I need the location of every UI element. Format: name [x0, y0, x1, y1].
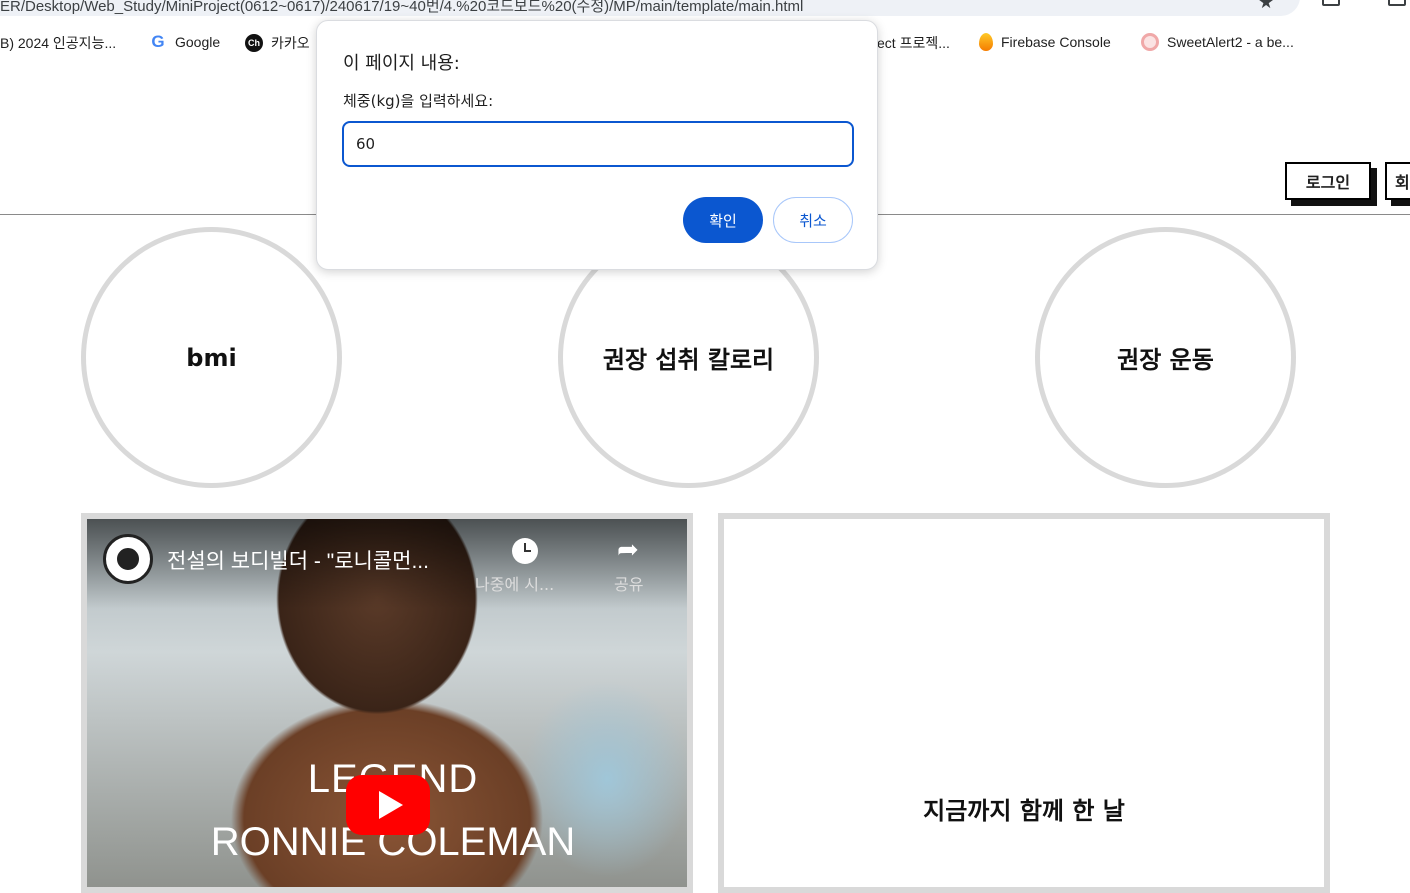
login-button[interactable]: 로그인 [1285, 162, 1371, 200]
bookmark-label: B) 2024 인공지능... [0, 35, 117, 51]
bookmark-star-icon[interactable]: ★ [1258, 0, 1274, 12]
bmi-circle-button[interactable]: bmi [81, 227, 342, 488]
bookmark-item[interactable]: B) 2024 인공지능... [0, 33, 116, 53]
exercise-circle-button[interactable]: 권장 운동 [1035, 227, 1296, 488]
video-player[interactable]: 전설의 보디빌더 - "로니콜먼... 나중에 시... ➦ 공유 LEGEND… [87, 519, 687, 887]
tab-search-icon[interactable] [1388, 0, 1406, 6]
google-icon: G [151, 32, 165, 51]
bookmark-item-kakao[interactable]: Ch 카카오 [245, 33, 310, 53]
bookmark-item-project[interactable]: ect 프로젝... [877, 33, 950, 53]
bookmark-label: ect 프로젝... [877, 35, 950, 51]
dialog-message: 체중(kg)을 입력하세요: [343, 92, 494, 110]
dialog-title: 이 페이지 내용: [343, 53, 460, 74]
play-button[interactable] [346, 775, 430, 835]
bookmark-item-google[interactable]: G Google [149, 33, 220, 51]
sweetalert-icon [1141, 33, 1159, 51]
share-label[interactable]: 공유 [614, 571, 643, 595]
bookmark-label: Firebase Console [1001, 34, 1111, 50]
ok-button[interactable]: 확인 [683, 197, 763, 243]
video-panel: 전설의 보디빌더 - "로니콜먼... 나중에 시... ➦ 공유 LEGEND… [81, 513, 693, 893]
days-together-label: 지금까지 함께 한 날 [923, 797, 1125, 825]
video-title[interactable]: 전설의 보디빌더 - "로니콜먼... [167, 545, 429, 575]
window-icon[interactable] [1322, 0, 1340, 6]
bookmark-label: Google [175, 34, 221, 50]
bookmark-label: SweetAlert2 - a be... [1167, 34, 1294, 50]
prompt-dialog: 이 페이지 내용: 체중(kg)을 입력하세요: 확인 취소 [316, 20, 878, 270]
play-icon [379, 791, 403, 819]
signup-button[interactable]: 회 [1385, 162, 1410, 200]
days-together-panel: 지금까지 함께 한 날 [718, 513, 1330, 893]
channel-icon: Ch [245, 34, 263, 52]
clock-icon[interactable] [512, 538, 538, 564]
bookmark-label: 카카오 [271, 35, 310, 51]
address-bar[interactable]: ER/Desktop/Web_Study/MiniProject(0612~06… [0, 0, 1300, 16]
bookmark-item-sweetalert[interactable]: SweetAlert2 - a be... [1141, 33, 1294, 51]
channel-logo-icon[interactable] [103, 534, 153, 584]
share-icon[interactable]: ➦ [617, 535, 639, 565]
cancel-button[interactable]: 취소 [773, 197, 853, 243]
bookmark-item-firebase[interactable]: Firebase Console [979, 33, 1111, 51]
weight-input[interactable] [342, 121, 854, 167]
url-text: ER/Desktop/Web_Study/MiniProject(0612~06… [0, 0, 804, 15]
watch-later-label[interactable]: 나중에 시... [475, 571, 554, 595]
firebase-icon [979, 33, 993, 51]
channel-logo-mark [115, 546, 141, 572]
